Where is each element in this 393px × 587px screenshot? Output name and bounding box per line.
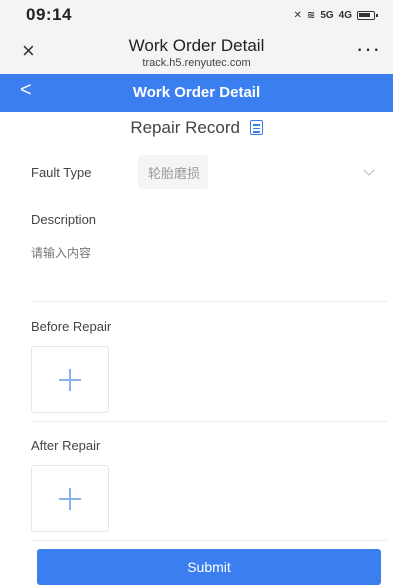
signal-4g-label: 4G: [338, 9, 352, 21]
more-icon[interactable]: ···: [356, 36, 381, 62]
fault-type-label: Fault Type: [31, 165, 92, 180]
plus-icon: [59, 368, 81, 391]
submit-button[interactable]: Submit: [37, 549, 381, 585]
mute-icon: ✕: [293, 9, 302, 21]
status-icons: ✕ ≋ 5G 4G: [293, 9, 378, 21]
status-time: 09:14: [26, 5, 72, 24]
plus-icon: [59, 487, 81, 510]
divider: [31, 301, 387, 302]
before-repair-label: Before Repair: [31, 319, 112, 334]
browser-bar: × Work Order Detail track.h5.renyutec.co…: [0, 30, 393, 74]
after-repair-upload-button[interactable]: [31, 465, 109, 532]
section-title-text: Repair Record: [130, 118, 240, 137]
signal-5g-label: 5G: [320, 9, 334, 21]
status-bar: 09:14 ✕ ≋ 5G 4G: [0, 0, 393, 30]
description-input[interactable]: [31, 238, 387, 306]
wifi-icon: ≋: [306, 9, 316, 21]
divider: [31, 421, 387, 422]
browser-url: track.h5.renyutec.com: [142, 57, 251, 69]
description-label: Description: [31, 212, 97, 227]
nav-bar: < Work Order Detail: [0, 74, 393, 112]
nav-title: Work Order Detail: [132, 84, 261, 101]
section-title: Repair Record: [0, 118, 393, 138]
battery-icon: [357, 10, 378, 20]
chevron-down-icon[interactable]: [363, 164, 375, 176]
fault-type-select[interactable]: 轮胎磨损: [138, 155, 208, 189]
document-icon: [249, 120, 263, 135]
after-repair-label: After Repair: [31, 438, 101, 453]
divider: [31, 540, 387, 541]
before-repair-upload-button[interactable]: [31, 346, 109, 413]
browser-title: Work Order Detail: [128, 36, 265, 55]
